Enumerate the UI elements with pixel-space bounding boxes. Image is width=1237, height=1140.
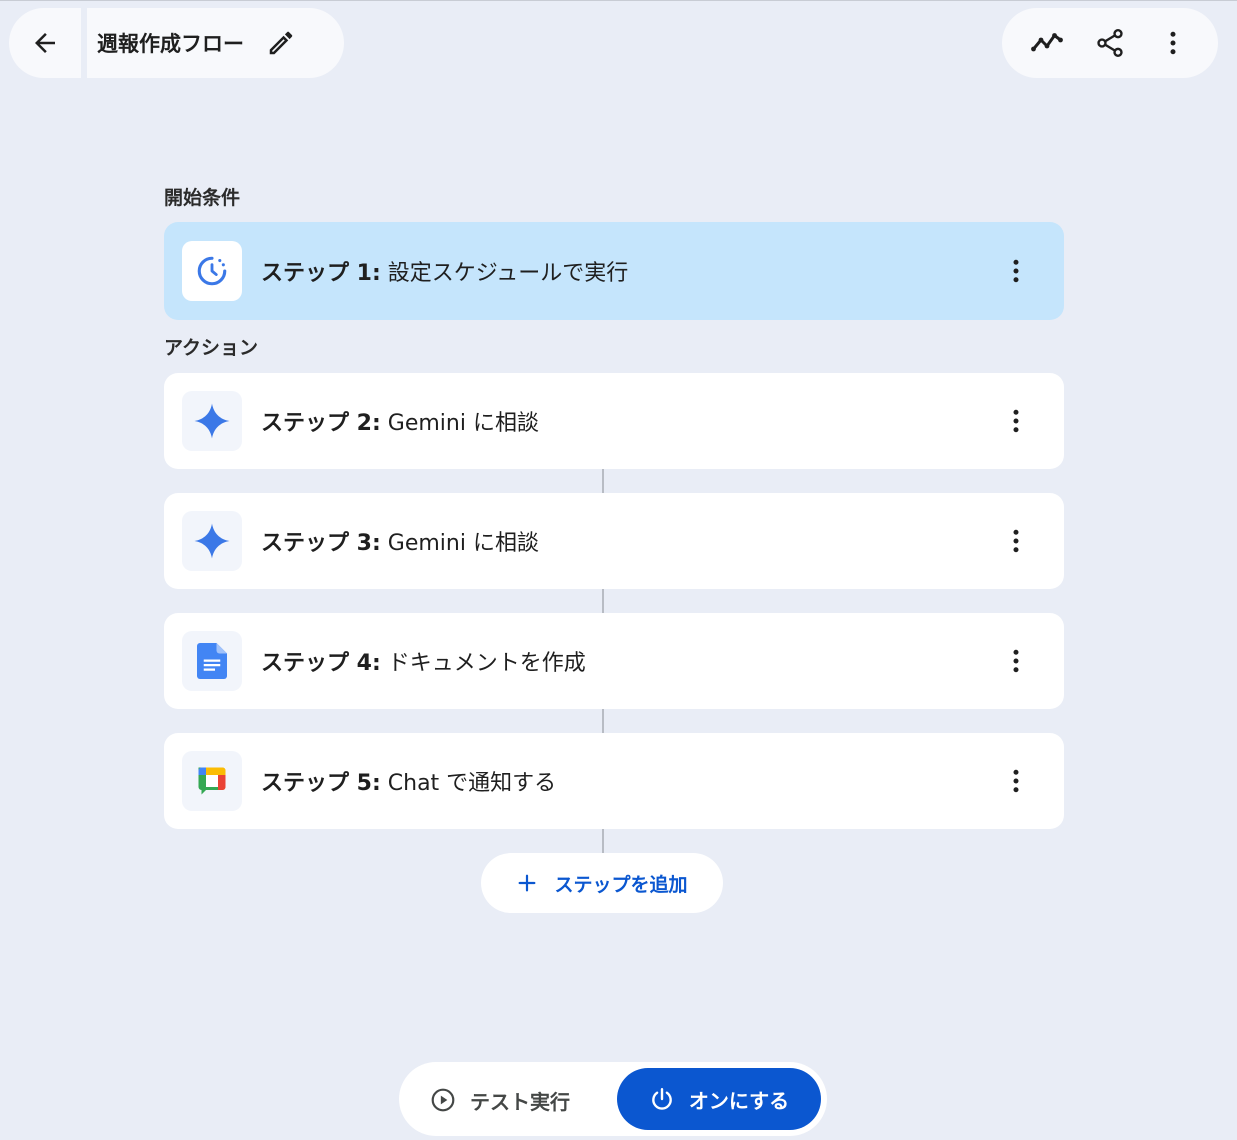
test-run-button[interactable]: テスト実行 <box>430 1072 570 1128</box>
more-vertical-icon <box>1013 649 1019 673</box>
more-vertical-icon <box>1013 769 1019 793</box>
step-card-3[interactable]: ステップ 3: Gemini に相談 <box>164 493 1064 589</box>
starter-section-label: 開始条件 <box>164 187 241 209</box>
step-card-5[interactable]: ステップ 5: Chat で通知する <box>164 733 1064 829</box>
step-more-button[interactable] <box>998 253 1034 289</box>
step-card-2[interactable]: ステップ 2: Gemini に相談 <box>164 373 1064 469</box>
back-button[interactable] <box>9 8 81 78</box>
step-more-button[interactable] <box>998 403 1034 439</box>
step-number: ステップ 2: <box>261 411 381 436</box>
add-step-label: ステップを追加 <box>554 873 688 896</box>
step-name: ドキュメントを作成 <box>387 651 586 676</box>
step-name: Chat で通知する <box>387 771 557 796</box>
step-connector <box>602 709 604 733</box>
more-vertical-icon <box>1013 259 1019 283</box>
step-connector <box>602 829 604 853</box>
test-run-label: テスト実行 <box>470 1089 570 1114</box>
step-number: ステップ 3: <box>261 531 381 556</box>
step-more-button[interactable] <box>998 523 1034 559</box>
activity-button[interactable] <box>1025 21 1069 65</box>
step-connector <box>602 469 604 493</box>
more-options-button[interactable] <box>1151 21 1195 65</box>
plus-icon <box>516 872 538 894</box>
more-vertical-icon <box>1013 529 1019 553</box>
step-card-4[interactable]: ステップ 4: ドキュメントを作成 <box>164 613 1064 709</box>
step-icon-container <box>182 511 242 571</box>
step-title: ステップ 1: 設定スケジュールで実行 <box>261 255 998 287</box>
step-more-button[interactable] <box>998 643 1034 679</box>
share-button[interactable] <box>1088 21 1132 65</box>
actions-section-label: アクション <box>164 337 259 359</box>
step-title: ステップ 2: Gemini に相談 <box>261 405 998 437</box>
schedule-clock-icon <box>197 256 227 286</box>
step-icon-container <box>182 241 242 301</box>
add-step-button[interactable]: ステップを追加 <box>481 853 723 913</box>
google-docs-icon <box>197 643 227 679</box>
step-number: ステップ 1: <box>261 261 381 286</box>
turn-on-button[interactable]: オンにする <box>617 1068 821 1130</box>
step-title: ステップ 4: ドキュメントを作成 <box>261 645 998 677</box>
gemini-sparkle-icon <box>194 523 230 559</box>
step-icon-container <box>182 631 242 691</box>
google-chat-icon <box>198 767 226 795</box>
step-name: Gemini に相談 <box>387 411 539 436</box>
activity-chart-icon <box>1031 33 1064 52</box>
step-card-1[interactable]: ステップ 1: 設定スケジュールで実行 <box>164 222 1064 320</box>
step-title: ステップ 3: Gemini に相談 <box>261 525 998 557</box>
step-name: Gemini に相談 <box>387 531 539 556</box>
pencil-icon <box>269 31 293 55</box>
step-number: ステップ 4: <box>261 651 381 676</box>
step-more-button[interactable] <box>998 763 1034 799</box>
gemini-sparkle-icon <box>194 403 230 439</box>
share-icon <box>1097 29 1123 57</box>
window-top-border <box>0 0 1237 1</box>
play-circle-icon <box>430 1087 456 1113</box>
flow-title[interactable]: 週報作成フロー <box>97 28 244 58</box>
more-vertical-icon <box>1170 31 1176 55</box>
step-icon-container <box>182 751 242 811</box>
arrow-back-icon <box>35 33 55 53</box>
turn-on-label: オンにする <box>688 1088 790 1113</box>
step-name: 設定スケジュールで実行 <box>387 261 629 286</box>
header-actions <box>1002 8 1218 78</box>
step-icon-container <box>182 391 242 451</box>
more-vertical-icon <box>1013 409 1019 433</box>
step-number: ステップ 5: <box>261 771 381 796</box>
step-connector <box>602 589 604 613</box>
step-title: ステップ 5: Chat で通知する <box>261 765 998 797</box>
flow-title-bar: 週報作成フロー <box>87 8 344 78</box>
power-icon <box>649 1086 675 1112</box>
edit-title-button[interactable] <box>264 26 298 60</box>
